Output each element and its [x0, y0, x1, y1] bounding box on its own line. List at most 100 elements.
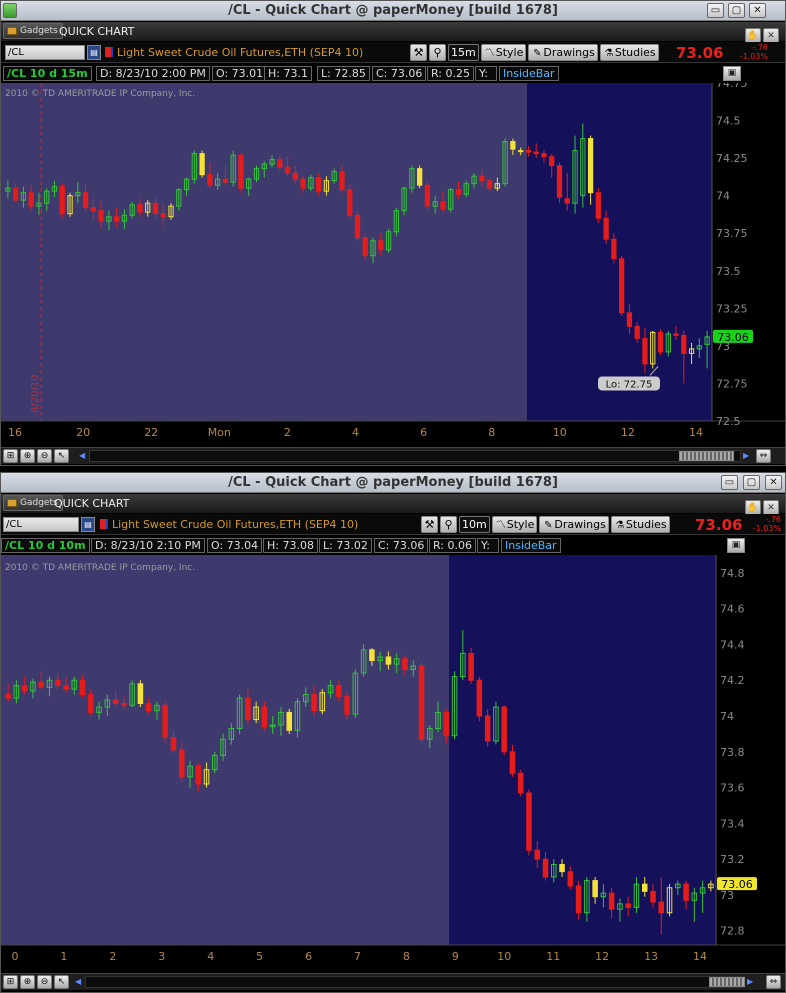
horizontal-scrollbar[interactable] — [85, 976, 745, 988]
chart-symbol-label[interactable]: /CL 10 d 10m — [1, 538, 90, 553]
chart-settings-icon[interactable]: ▣ — [727, 538, 745, 553]
layout-icon[interactable]: ⊞ — [3, 449, 18, 463]
price-tick-label: 73.8 — [720, 746, 745, 759]
candle-body — [603, 217, 609, 240]
minimize-button[interactable]: ▭ — [721, 475, 738, 490]
candle-body — [549, 156, 555, 167]
bar-low: L: 72.85 — [317, 66, 370, 81]
candle-body — [479, 175, 485, 182]
time-tick-label: 8 — [488, 426, 495, 439]
candle-body — [145, 702, 152, 712]
pointer-icon[interactable]: ↖ — [54, 975, 69, 989]
studies-button[interactable]: ⚗ Studies — [610, 516, 670, 533]
style-button[interactable]: 〽Style — [491, 516, 538, 533]
bar-range: R: 0.25 — [427, 66, 474, 81]
candle-body — [509, 751, 516, 774]
maximize-button[interactable]: ▢ — [728, 3, 745, 18]
expand-icon[interactable]: ⇔ — [766, 975, 781, 989]
expand-icon[interactable]: ⇔ — [756, 449, 771, 463]
scroll-left-icon[interactable]: ◀ — [75, 977, 81, 986]
price-tick-label: 74.6 — [720, 603, 745, 616]
chart-info-bar: /CL 10 d 15m D: 8/23/10 2:00 PM O: 73.01… — [1, 64, 785, 82]
candle-body — [13, 187, 19, 201]
close-button[interactable]: ✕ — [765, 475, 782, 490]
timeframe-button[interactable]: 15m — [448, 44, 479, 61]
time-tick-label: 4 — [207, 950, 214, 963]
symbol-input[interactable]: /CL — [5, 45, 85, 60]
scroll-right-icon[interactable]: ▶ — [743, 451, 749, 460]
window-title: /CL - Quick Chart @ paperMoney [build 16… — [228, 475, 558, 490]
symbol-input[interactable]: /CL — [3, 517, 79, 532]
candle-body — [567, 871, 574, 887]
chart-info-bar: /CL 10 d 10m D: 8/23/10 2:10 PM O: 73.04… — [1, 536, 785, 554]
zoom-tool-icon[interactable]: ⚲ — [429, 44, 446, 61]
bar-y: Y: — [475, 66, 497, 81]
candle-body — [619, 258, 625, 314]
title-bar[interactable]: /CL - Quick Chart @ paperMoney [build 16… — [1, 473, 785, 493]
study-label[interactable]: InsideBar — [499, 66, 559, 81]
zoom-tool-icon[interactable]: ⚲ — [440, 516, 457, 533]
maximize-button[interactable]: ▢ — [743, 475, 760, 490]
zoom-out-icon[interactable]: ⊖ — [37, 449, 52, 463]
chart-canvas[interactable]: 74.8 74.6 74.4 74.2 74 73.8 73.6 73.4 73.2 7 3 72.8… — [1, 555, 785, 973]
price-chart[interactable]: 74.8 74.6 74.4 74.2 74 73.8 73.6 73.4 73.2 7 3 72.8… — [1, 555, 785, 973]
candle-body — [199, 153, 205, 176]
copyright-text: 2010 © TD AMERITRADE IP Company, Inc. — [5, 563, 195, 573]
chart-symbol-label[interactable]: /CL 10 d 15m — [3, 66, 92, 81]
candle-body — [658, 901, 665, 914]
candle-body — [121, 702, 127, 706]
style-button[interactable]: 〽Style — [480, 44, 527, 61]
gadgets-icon — [7, 27, 17, 35]
candle-body — [170, 736, 177, 751]
drawings-button[interactable]: ✎ Drawings — [528, 44, 598, 61]
studies-label: Studies — [614, 46, 656, 59]
study-label[interactable]: InsideBar — [501, 538, 561, 553]
price-chart[interactable]: 74.75 74.5 74.25 74 73.75 73.5 73.25 73 72.75 72.… — [1, 83, 785, 447]
symbol-menu-icon[interactable]: ▤ — [87, 45, 101, 60]
close-button[interactable]: ✕ — [749, 3, 766, 18]
candle-body — [5, 694, 11, 699]
layout-icon[interactable]: ⊞ — [3, 975, 18, 989]
chart-bottom-bar: ⊞ ⊕ ⊖ ↖ ◀ ▶ ⇔ — [1, 447, 785, 464]
price-tick-label: 74.8 — [720, 567, 745, 580]
pointer-icon[interactable]: ↖ — [54, 449, 69, 463]
panel-label: QUICK CHART — [59, 25, 135, 38]
candle-body — [575, 885, 582, 914]
scrollbar-thumb[interactable] — [709, 977, 745, 987]
gadgets-button[interactable]: Gadgets — [3, 23, 63, 39]
bar-date: D: 8/23/10 2:00 PM — [96, 66, 210, 81]
style-label: Style — [506, 518, 535, 531]
candle-body — [440, 201, 446, 210]
scroll-left-icon[interactable]: ◀ — [79, 451, 85, 460]
candle-body — [292, 172, 298, 180]
title-bar[interactable]: /CL - Quick Chart @ paperMoney [build 16… — [1, 1, 785, 21]
candle-body — [611, 238, 617, 260]
minimize-button[interactable]: ▭ — [707, 3, 724, 18]
time-tick-label: 2 — [284, 426, 291, 439]
gadgets-label: Gadgets — [20, 26, 58, 36]
chart-settings-icon[interactable]: ▣ — [723, 66, 741, 81]
change-value: -.76 — [765, 515, 781, 524]
zoom-in-icon[interactable]: ⊕ — [20, 449, 35, 463]
symbol-menu-icon[interactable]: ▤ — [81, 517, 95, 532]
scroll-right-icon[interactable]: ▶ — [747, 977, 753, 986]
pencil-icon: ✎ — [533, 48, 542, 59]
studies-icon: ⚗ — [604, 48, 614, 59]
scrollbar-thumb[interactable] — [679, 451, 734, 461]
chart-canvas[interactable]: 74.7574.574.257473.7573.573.257372.7572.… — [1, 83, 785, 447]
candle-body — [28, 192, 34, 207]
horizontal-scrollbar[interactable] — [89, 450, 741, 462]
crosshair-tool-icon[interactable]: ⚒ — [421, 516, 438, 533]
zoom-in-icon[interactable]: ⊕ — [20, 975, 35, 989]
drawings-button[interactable]: ✎ Drawings — [539, 516, 609, 533]
candle-body — [222, 178, 229, 183]
price-tick-label: 72.8 — [720, 925, 745, 938]
timeframe-button[interactable]: 10m — [459, 516, 490, 533]
crosshair-tool-icon[interactable]: ⚒ — [410, 44, 427, 61]
zoom-out-icon[interactable]: ⊖ — [37, 975, 52, 989]
studies-button[interactable]: ⚗ Studies — [599, 44, 659, 61]
instrument-description: Light Sweet Crude Oil Futures,ETH (SEP4 … — [112, 518, 359, 531]
bar-close: C: 73.06 — [374, 538, 429, 553]
candle-body — [114, 216, 120, 222]
candle-body — [90, 207, 96, 212]
